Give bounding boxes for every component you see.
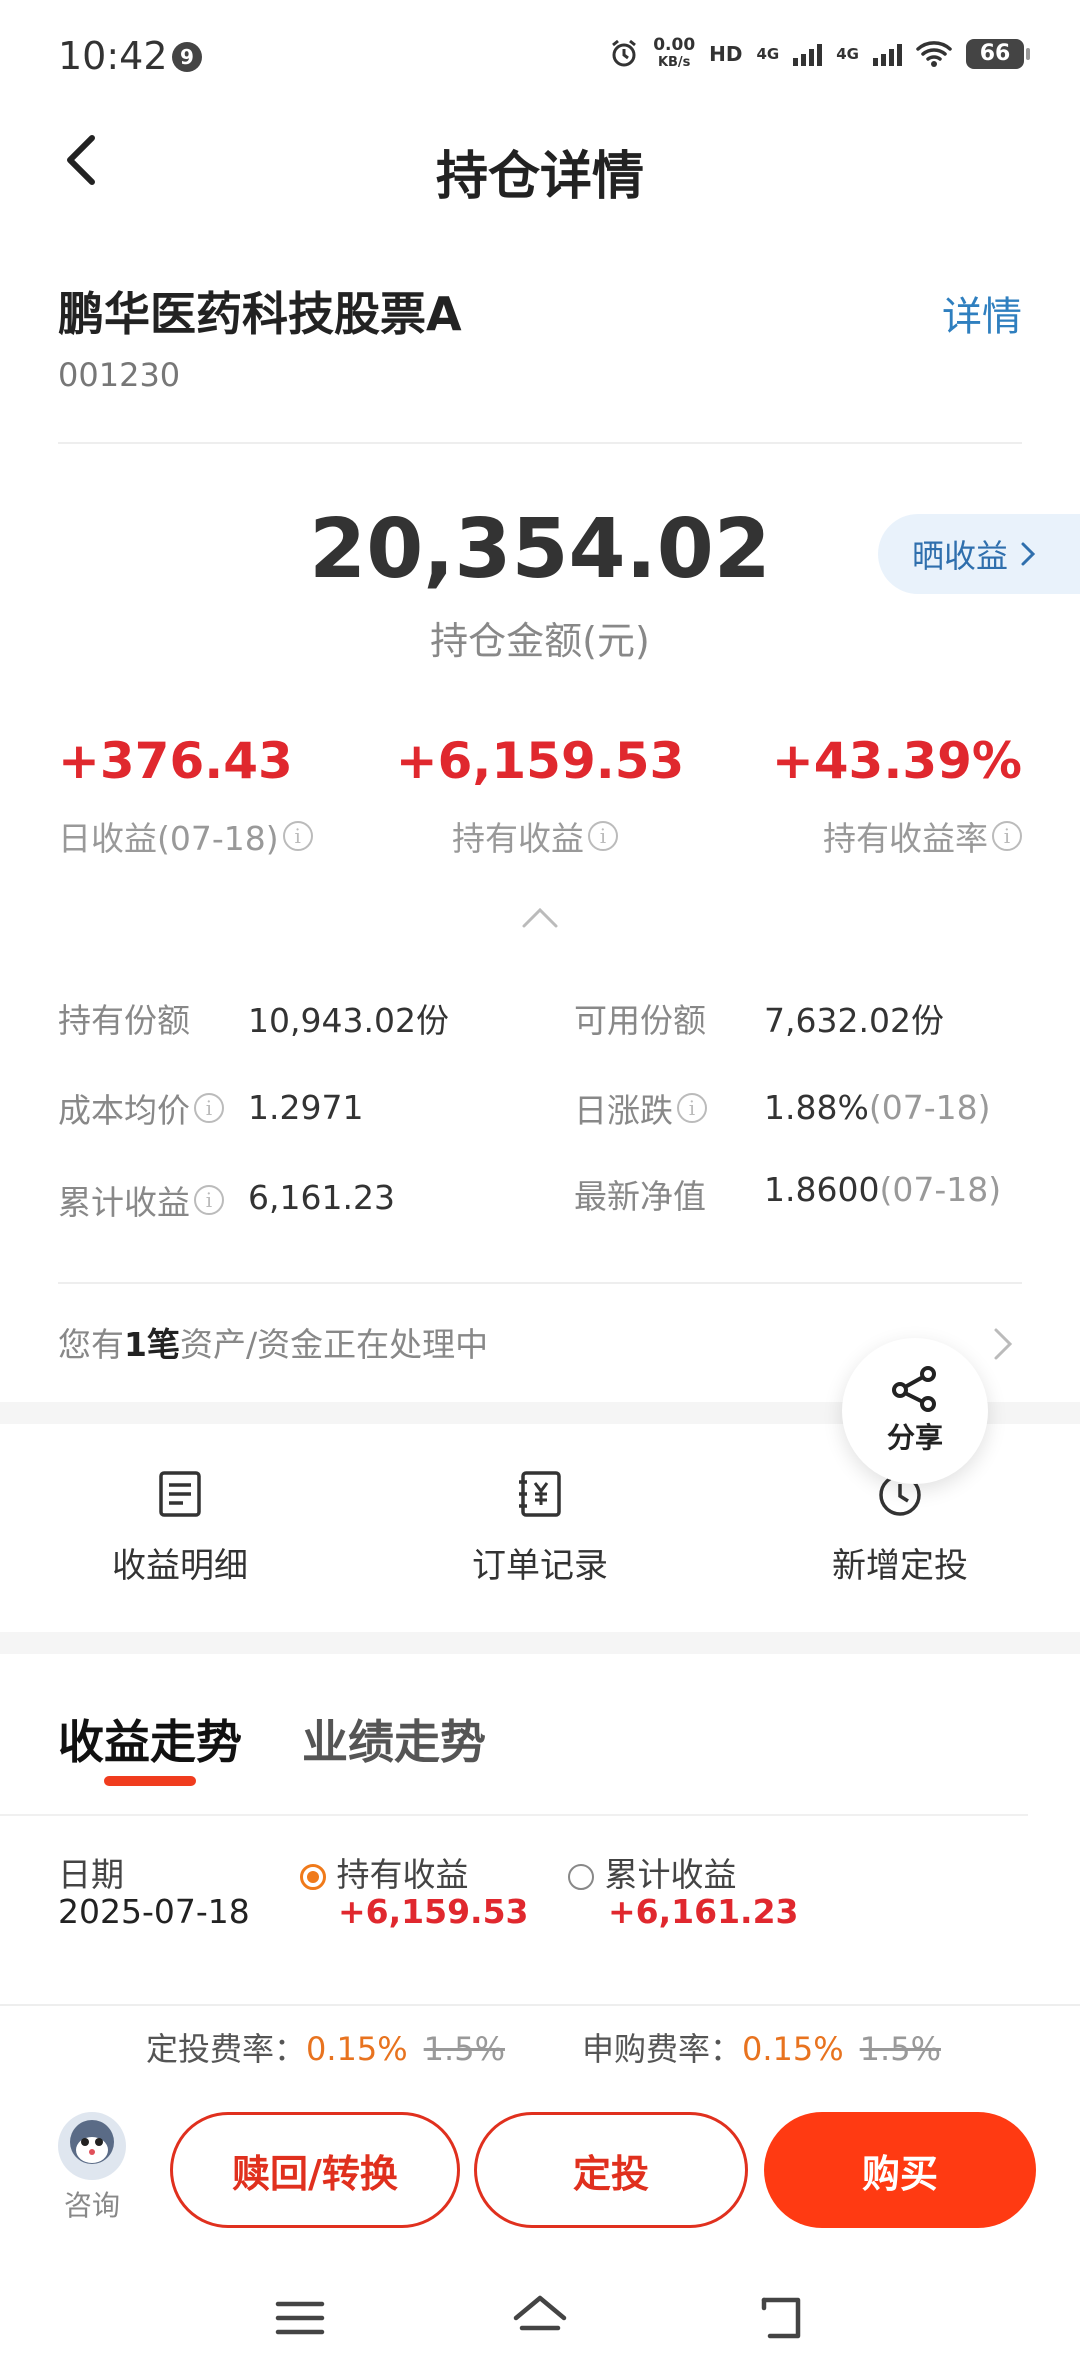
avg-cost-label: 成本均价 i [58, 1084, 224, 1132]
share-icon [892, 1366, 936, 1412]
document-list-icon [159, 1471, 201, 1517]
daily-profit-label[interactable]: 日收益(07-18) i [58, 812, 313, 860]
fund-name: 鹏华医药科技股票A [58, 287, 462, 341]
series-cumulative-profit-toggle[interactable]: 累计收益 [568, 1848, 737, 1896]
home-icon[interactable] [510, 2288, 570, 2348]
fund-detail-link[interactable]: 详情 [942, 284, 1022, 342]
tab-profit-trend[interactable]: 收益走势 [58, 1706, 242, 1772]
notification-badge: 9 [172, 42, 202, 72]
tab-performance-trend[interactable]: 业绩走势 [302, 1706, 486, 1772]
cumulative-profit-value: 6,161.23 [248, 1178, 395, 1217]
fund-code: 001230 [58, 356, 181, 394]
holding-return-value: +43.39% [771, 732, 1022, 790]
sip-button[interactable]: 定投 [474, 2112, 748, 2228]
radio-unselected-icon[interactable] [568, 1863, 594, 1890]
available-shares-value: 7,632.02份 [764, 1001, 944, 1040]
chevron-right-icon[interactable] [992, 1326, 1016, 1362]
advisor-avatar [58, 2112, 126, 2180]
sim2-label: 4G [836, 45, 859, 63]
info-icon[interactable]: i [992, 821, 1022, 851]
sip-fee: 定投费率：0.15% 1.5% [146, 2030, 505, 2068]
yen-receipt-icon [519, 1471, 561, 1517]
latest-nav-label: 最新净值 [574, 1177, 706, 1216]
back-nav-icon[interactable] [750, 2288, 810, 2348]
divider [0, 1814, 1028, 1816]
latest-nav-value: 1.8600(07-18) [764, 1170, 1002, 1209]
info-icon[interactable]: i [677, 1093, 707, 1123]
page-title: 持仓详情 [435, 147, 644, 207]
daily-change-label: 日涨跌 i [574, 1084, 707, 1132]
tab-active-indicator [104, 1776, 196, 1786]
divider [58, 1282, 1022, 1284]
date-label: 日期 [58, 1855, 124, 1894]
sim1-label: 4G [756, 45, 780, 63]
info-icon[interactable]: i [194, 1093, 224, 1123]
show-profit-button[interactable]: 晒收益 [878, 514, 1080, 594]
network-speed: 0.00 KB/s [653, 35, 696, 70]
cumulative-profit-label: 累计收益 i [58, 1176, 224, 1224]
shares-held-label: 持有份额 [58, 1001, 190, 1040]
info-icon[interactable]: i [588, 821, 618, 851]
battery-icon: 66 [966, 39, 1030, 69]
chevron-up-icon[interactable] [520, 902, 560, 932]
available-shares-label: 可用份额 [574, 1001, 706, 1040]
show-profit-label: 晒收益 [912, 537, 1009, 575]
avg-cost-value: 1.2971 [248, 1088, 364, 1127]
series-holding-profit-toggle[interactable]: 持有收益 [300, 1848, 469, 1896]
buy-button[interactable]: 购买 [764, 2112, 1036, 2228]
shares-held-value: 10,943.02份 [248, 1001, 449, 1040]
series-cumulative-profit-value: +6,161.23 [608, 1892, 799, 1931]
wifi-icon [916, 41, 952, 67]
signal-icon [873, 42, 902, 66]
daily-change-value: 1.88%(07-18) [764, 1088, 991, 1127]
series-holding-profit-value: +6,159.53 [338, 1892, 529, 1931]
consult-button[interactable]: 咨询 [56, 2112, 128, 2224]
status-icons: 0.00 KB/s HD 4G 4G 66 [609, 35, 1030, 72]
purchase-fee: 申购费率：0.15% 1.5% [582, 2030, 941, 2068]
radio-selected-icon[interactable] [300, 1863, 326, 1890]
processing-notice[interactable]: 您有1笔资产/资金正在处理中 [58, 1318, 488, 1366]
section-gap [0, 1632, 1080, 1654]
profit-detail-button[interactable]: 收益明细 [30, 1470, 330, 1587]
new-sip-button[interactable]: 新增定投 [750, 1470, 1050, 1587]
holding-profit-label[interactable]: 持有收益 i [452, 812, 618, 860]
order-history-button[interactable]: 订单记录 [390, 1470, 690, 1587]
status-time: 10:42 [58, 34, 168, 78]
divider [58, 442, 1022, 444]
holding-return-label[interactable]: 持有收益率 i [823, 812, 1022, 860]
holding-amount-label: 持仓金额(元) [430, 619, 650, 663]
menu-icon[interactable] [270, 2288, 330, 2348]
hd-icon: HD [709, 42, 743, 66]
chevron-right-icon [1021, 542, 1036, 566]
share-button[interactable]: 分享 [842, 1338, 988, 1484]
redeem-convert-button[interactable]: 赎回/转换 [170, 2112, 460, 2228]
alarm-icon [612, 39, 637, 67]
date-value: 2025-07-18 [58, 1892, 250, 1931]
info-icon[interactable]: i [194, 1185, 224, 1215]
info-icon[interactable]: i [282, 821, 313, 851]
signal-icon [793, 42, 823, 66]
